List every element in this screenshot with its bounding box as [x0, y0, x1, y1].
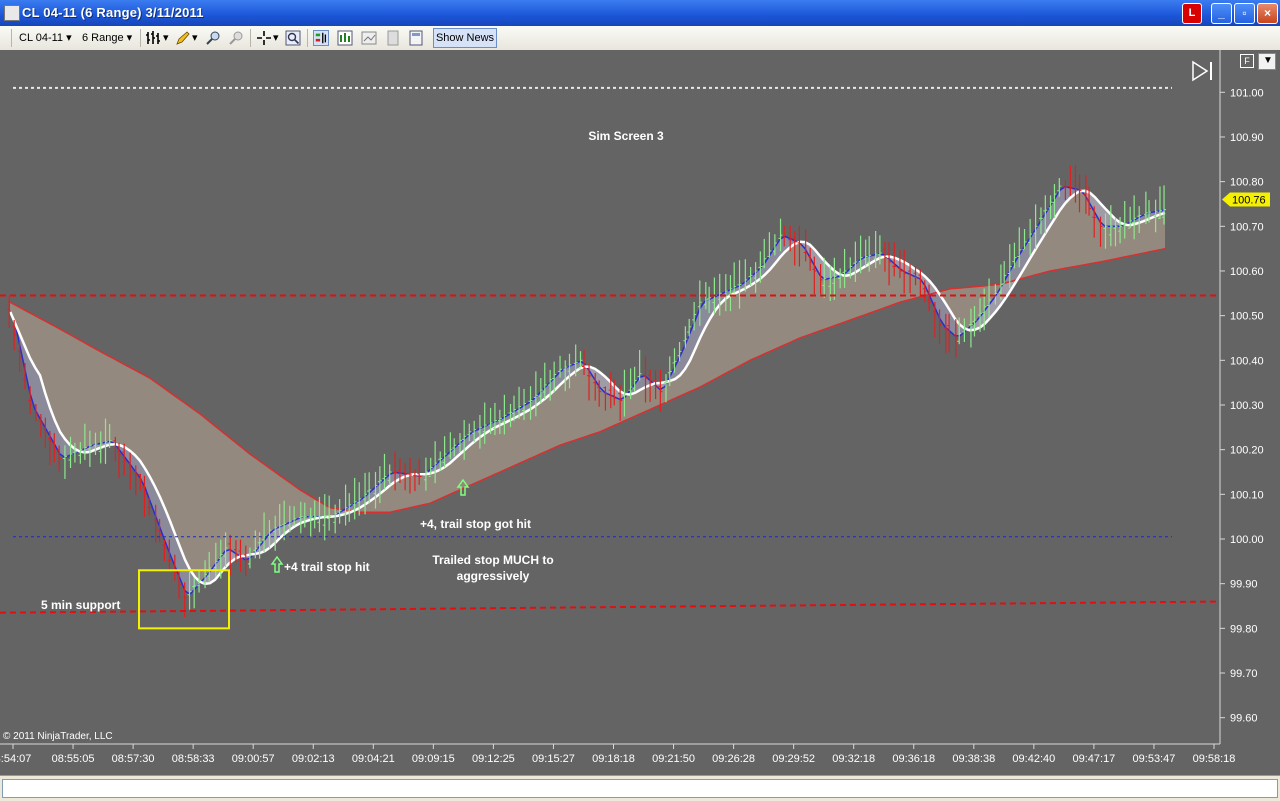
x-tick-label: 09:00:57	[232, 753, 275, 765]
scroll-to-end-icon[interactable]	[1190, 59, 1216, 83]
x-tick-label: 09:26:28	[712, 753, 755, 765]
x-tick-label: 09:58:18	[1193, 753, 1236, 765]
chevron-down-icon[interactable]: ▾	[273, 30, 279, 46]
zoom-in-icon[interactable]	[205, 30, 221, 46]
price-chart[interactable]: Sim Screen 3 5 min support +4 trail stop h…	[0, 50, 1280, 775]
interval-selector[interactable]: 6 Range ▾	[82, 30, 132, 46]
horizontal-scrollbar[interactable]	[2, 779, 1278, 798]
chevron-down-icon: ▾	[66, 32, 72, 44]
chart-annotation: +4 trail stop hit	[284, 560, 370, 574]
bar-type-icon[interactable]	[145, 30, 161, 46]
chart-annotation: 5 min support	[41, 598, 120, 612]
interval-label: 6 Range	[82, 32, 124, 44]
y-tick-label: 100.40	[1230, 355, 1264, 367]
last-price-label: 100.76	[1232, 195, 1266, 207]
indicators-icon[interactable]	[337, 30, 353, 46]
x-tick-label: 09:02:13	[292, 753, 335, 765]
x-tick-label: 08:58:33	[172, 753, 215, 765]
x-tick-label: 08:55:05	[52, 753, 95, 765]
x-tick-label: 09:53:47	[1133, 753, 1176, 765]
chevron-down-icon: ▼	[1263, 55, 1273, 66]
toolbar-separator	[140, 29, 141, 47]
crosshair-icon[interactable]	[256, 30, 272, 46]
properties-icon[interactable]	[385, 30, 401, 46]
y-tick-label: 100.80	[1230, 177, 1264, 189]
x-tick-label: 09:29:52	[772, 753, 815, 765]
y-tick-label: 100.50	[1230, 311, 1264, 323]
magnifier-icon[interactable]	[285, 30, 301, 46]
chart-title: Sim Screen 3	[588, 129, 664, 143]
chevron-down-icon: ▾	[126, 32, 133, 44]
chart-annotation: Trailed stop MUCH to	[432, 553, 553, 567]
close-button[interactable]: ×	[1257, 3, 1278, 24]
minimize-button[interactable]: _	[1211, 3, 1232, 24]
panel-menu-button[interactable]: ▼	[1258, 53, 1276, 70]
y-tick-label: 99.80	[1230, 623, 1258, 635]
y-tick-label: 100.00	[1230, 534, 1264, 546]
y-tick-label: 99.90	[1230, 579, 1258, 591]
x-tick-label: 09:15:27	[532, 753, 575, 765]
x-tick-label: 09:12:25	[472, 753, 515, 765]
chart-area[interactable]: Sim Screen 3 5 min support +4 trail stop h…	[0, 50, 1280, 775]
y-tick-label: 99.70	[1230, 668, 1258, 680]
x-tick-label: 09:04:21	[352, 753, 395, 765]
title-bar: CL 04-11 (6 Range) 3/11/2011 L _ ▫ ×	[0, 0, 1280, 26]
x-tick-label: 09:36:18	[892, 753, 935, 765]
y-tick-label: 100.70	[1230, 221, 1264, 233]
window-title: CL 04-11 (6 Range) 3/11/2011	[22, 5, 204, 20]
y-tick-label: 100.10	[1230, 489, 1264, 501]
x-tick-label: 09:21:50	[652, 753, 695, 765]
strategies-icon[interactable]	[361, 30, 377, 46]
y-tick-label: 99.60	[1230, 713, 1258, 725]
panel-f-button[interactable]: F	[1240, 54, 1254, 68]
x-tick-label: 8:54:07	[0, 753, 31, 765]
y-tick-label: 100.20	[1230, 445, 1264, 457]
y-tick-label: 100.30	[1230, 400, 1264, 412]
toolbar-grip	[11, 29, 12, 47]
chart-annotation: +4, trail stop got hit	[420, 517, 531, 531]
x-tick-label: 08:57:30	[112, 753, 155, 765]
toolbar-separator	[307, 29, 308, 47]
data-box-icon[interactable]	[408, 30, 424, 46]
maximize-button[interactable]: ▫	[1234, 3, 1255, 24]
y-tick-label: 100.90	[1230, 132, 1264, 144]
app-icon	[4, 5, 20, 21]
chart-trader-icon[interactable]	[313, 30, 329, 46]
copyright-label: © 2011 NinjaTrader, LLC	[3, 731, 113, 742]
x-tick-label: 09:32:18	[832, 753, 875, 765]
x-tick-label: 09:47:17	[1072, 753, 1115, 765]
chart-toolbar: CL 04-11 ▾ 6 Range ▾ ▾ ▾ ▾ Show News	[0, 26, 1280, 51]
show-news-button[interactable]: Show News	[433, 28, 497, 48]
live-indicator-button[interactable]: L	[1182, 3, 1202, 24]
x-tick-label: 09:18:18	[592, 753, 635, 765]
x-tick-label: 09:09:15	[412, 753, 455, 765]
pencil-icon[interactable]	[175, 30, 191, 46]
y-tick-label: 100.60	[1230, 266, 1264, 278]
x-tick-label: 09:42:40	[1012, 753, 1055, 765]
zoom-out-icon[interactable]	[228, 30, 244, 46]
status-bar	[0, 775, 1280, 801]
y-tick-label: 101.00	[1230, 87, 1264, 99]
chart-annotation: aggressively	[457, 569, 530, 583]
chevron-down-icon[interactable]: ▾	[163, 30, 169, 46]
instrument-label: CL 04-11	[19, 32, 64, 44]
toolbar-separator	[250, 29, 251, 47]
chevron-down-icon[interactable]: ▾	[192, 30, 198, 46]
x-tick-label: 09:38:38	[952, 753, 995, 765]
instrument-selector[interactable]: CL 04-11 ▾	[19, 30, 72, 46]
